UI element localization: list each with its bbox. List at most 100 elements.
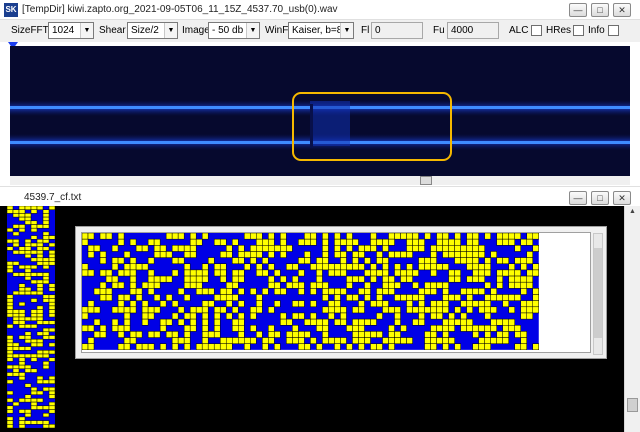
bit-matrix-cell	[406, 245, 413, 252]
shear-select[interactable]: Size/2 ▼	[127, 22, 178, 39]
bit-strip-cell	[36, 224, 44, 229]
bit-matrix-cell	[478, 288, 485, 295]
spectrum-scrollbar[interactable]	[10, 176, 630, 185]
bit-strip-cell	[36, 242, 44, 247]
bit-matrix-cell	[310, 233, 317, 240]
bit-matrix-cell	[244, 337, 251, 344]
bit-matrix-cell	[159, 318, 167, 326]
bit-matrix-cell	[286, 318, 293, 326]
bit-matrix-cell	[322, 281, 329, 289]
bit-strip-cell	[24, 346, 32, 351]
fu-field[interactable]: 4000	[447, 22, 499, 39]
bit-matrix-cell	[418, 238, 425, 246]
bit-matrix-cell	[201, 300, 209, 308]
bit-strip-cell	[7, 264, 14, 270]
bit-matrix-cell	[250, 245, 257, 252]
spectrum-display[interactable]	[10, 46, 630, 176]
bit-strip-cell	[7, 420, 14, 425]
minimize-button[interactable]: —	[569, 191, 587, 205]
image-select[interactable]: - 50 db ▼	[208, 22, 260, 39]
dialog-scroll-thumb[interactable]	[594, 248, 602, 338]
bit-matrix-cell	[250, 306, 257, 314]
bit-matrix-cell	[129, 269, 137, 277]
fl-field[interactable]: 0	[371, 22, 423, 39]
bit-matrix-cell	[478, 251, 485, 258]
bit-strip-cell	[30, 313, 38, 318]
bit-matrix-cell	[418, 263, 425, 271]
bit-strip-cell	[48, 424, 55, 428]
bit-matrix-cell	[183, 343, 191, 350]
bit-matrix-cell	[171, 312, 179, 320]
bit-matrix-cell	[207, 331, 215, 338]
bit-matrix-cell	[382, 300, 389, 308]
hres-checkbox[interactable]	[573, 25, 584, 36]
bit-matrix-cell	[406, 251, 413, 258]
bit-matrix-cell	[274, 343, 281, 350]
bit-matrix-cell	[532, 343, 539, 350]
bit-matrix-cell	[292, 312, 299, 320]
bit-matrix-cell	[430, 331, 437, 338]
close-button[interactable]: ✕	[613, 3, 631, 17]
bit-matrix-cell	[460, 312, 467, 320]
text-window-scrollbar[interactable]: ▲	[624, 206, 640, 432]
bit-strip-cell	[30, 387, 38, 392]
dialog-scrollbar[interactable]	[593, 233, 603, 355]
bit-strip-cell	[18, 324, 26, 329]
sizefft-select[interactable]: 1024 ▼	[48, 22, 94, 39]
chevron-up-icon[interactable]: ▲	[627, 208, 638, 219]
alc-checkbox[interactable]	[531, 25, 542, 36]
maximize-button[interactable]: □	[591, 191, 609, 205]
bit-matrix-cell	[424, 257, 431, 265]
bit-strip-cell	[30, 390, 38, 395]
bit-matrix-cell	[87, 343, 95, 350]
bit-matrix-cell	[460, 325, 467, 332]
bit-strip-cell	[12, 309, 20, 314]
bit-matrix-cell	[388, 233, 395, 240]
bit-matrix-cell	[496, 294, 503, 301]
bit-strip-cell	[30, 257, 38, 262]
bit-matrix-cell	[129, 275, 137, 283]
bit-strip-cell	[36, 272, 44, 277]
bit-strip-cell	[12, 316, 20, 321]
bit-matrix-cell	[304, 238, 311, 246]
bit-matrix-cell	[219, 238, 227, 246]
close-button[interactable]: ✕	[613, 191, 631, 205]
bit-strip-cell	[48, 394, 55, 399]
winf-select[interactable]: Kaiser, b=8 ▼	[288, 22, 354, 39]
spectrum-scroll-thumb[interactable]	[420, 176, 432, 185]
bit-matrix-cell	[508, 233, 515, 240]
bit-strip-cell	[30, 227, 38, 233]
bit-strip-cell	[42, 231, 50, 236]
bit-matrix-cell	[328, 288, 335, 295]
bit-matrix-cell	[400, 294, 407, 301]
bit-matrix-cell	[195, 288, 203, 295]
bit-strip-cell	[30, 309, 38, 314]
bit-matrix-cell	[454, 343, 461, 350]
bit-strip-cell	[30, 235, 38, 240]
bit-strip-cell	[42, 224, 50, 229]
bit-matrix-cell	[454, 275, 461, 283]
bit-matrix-cell	[201, 288, 209, 295]
minimize-button[interactable]: —	[569, 3, 587, 17]
bit-matrix-cell	[183, 251, 191, 258]
info-checkbox[interactable]	[608, 25, 619, 36]
bit-strip-cell	[7, 405, 14, 410]
bit-matrix-cell	[418, 294, 425, 301]
bit-matrix-cell	[448, 318, 455, 326]
bit-strip-cell	[24, 242, 32, 247]
bit-strip-cell	[7, 364, 14, 370]
bit-matrix-cell	[123, 251, 131, 258]
image-label: Image	[182, 25, 210, 36]
bit-strip-cell	[42, 361, 50, 366]
maximize-button[interactable]: □	[591, 3, 609, 17]
bit-matrix-cell	[520, 306, 527, 314]
winf-label: WinF	[265, 25, 289, 36]
bit-matrix-cell	[111, 325, 119, 332]
bit-strip-cell	[12, 353, 20, 358]
scroll-thumb[interactable]	[627, 398, 638, 412]
bit-matrix-cell	[364, 337, 371, 344]
bit-strip-cell	[18, 361, 26, 366]
bit-matrix-cell	[286, 331, 293, 338]
bit-matrix-cell	[304, 331, 311, 338]
bit-matrix-cell	[304, 257, 311, 265]
